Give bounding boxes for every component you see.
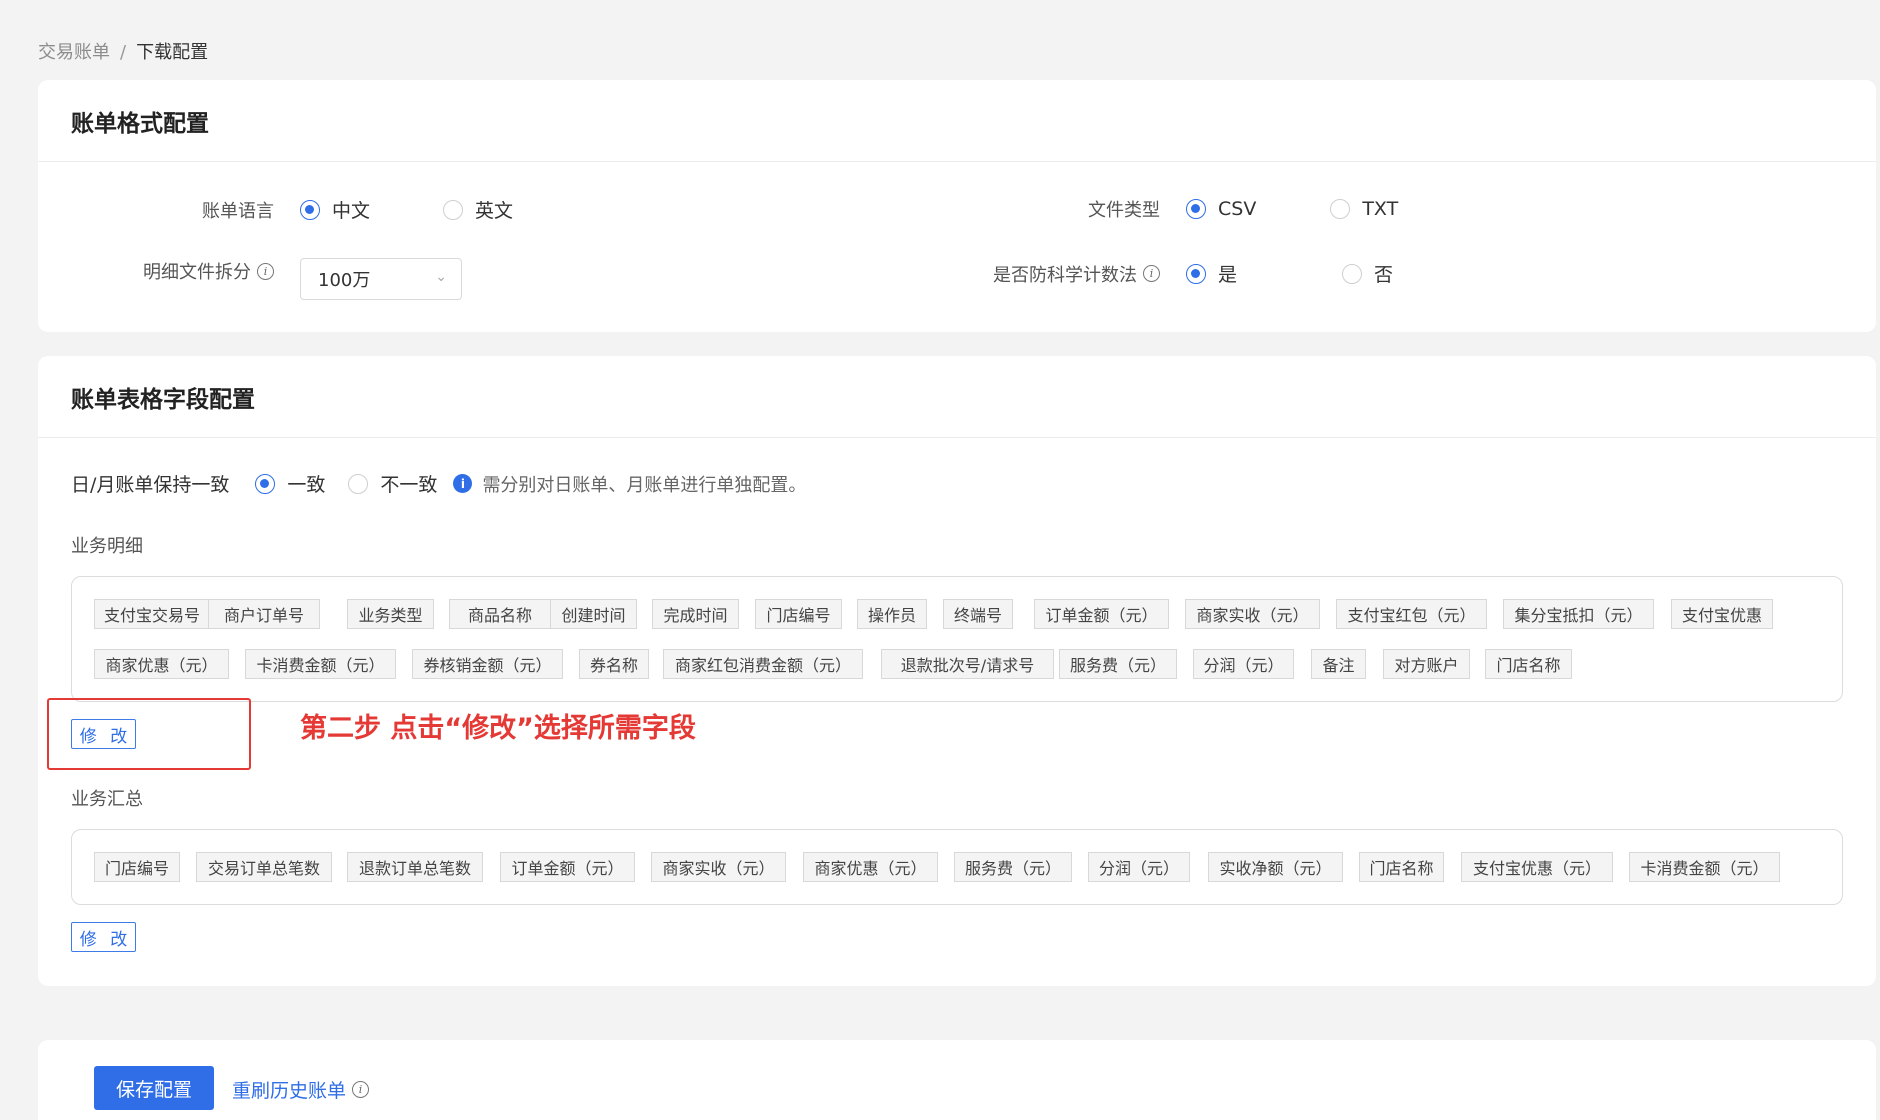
sci-notation-no-radio[interactable]: 否 [1342,260,1393,287]
sci-notation-yes-label: 是 [1218,264,1238,286]
refresh-history-label: 重刷历史账单 [232,1080,347,1102]
field-tag: 门店编号 [755,599,842,629]
field-tag: 备注 [1311,649,1366,679]
radio-dot[interactable] [255,473,276,494]
refresh-history-link[interactable]: 重刷历史账单 i [232,1076,370,1103]
field-tag: 支付宝交易号 [94,599,210,629]
field-tag: 券名称 [579,649,649,679]
breadcrumb-parent[interactable]: 交易账单 [38,42,110,63]
field-tag: 商家优惠（元） [803,852,938,882]
radio-dot[interactable] [348,473,369,494]
summary-tag-box: 门店编号 交易订单总笔数 退款订单总笔数 订单金额（元） 商家实收（元） 商家优惠（元） 服… [71,829,1843,905]
breadcrumb: 交易账单 / 下载配置 [38,38,208,64]
field-tag: 分润（元） [1088,852,1190,882]
summary-section-label: 业务汇总 [71,789,143,810]
field-tag: 业务类型 [347,599,434,629]
radio-dot[interactable] [1330,199,1351,219]
field-tag: 退款订单总笔数 [347,852,483,882]
action-bar: 保存配置 重刷历史账单 i [38,1040,1876,1120]
format-card-title: 账单格式配置 [71,110,209,137]
consistency-row: 日/月账单保持一致 一致 不一致 i 需分别对日账单、月账单进行单独配置。 [71,470,806,497]
breadcrumb-separator: / [120,42,127,63]
sci-notation-row: 是否防科学计数法 i 是 否 [38,260,1393,287]
detail-tag-box: 支付宝交易号 商户订单号 业务类型 商品名称 创建时间 完成时间 门店编号 操作员 终端号 订单金… [71,576,1843,702]
file-type-txt-radio[interactable]: TXT [1330,198,1398,220]
file-type-txt-label: TXT [1362,198,1399,220]
radio-dot[interactable] [1186,263,1206,284]
breadcrumb-current: 下载配置 [136,42,209,63]
info-icon[interactable]: i [1143,265,1160,282]
sci-notation-label: 是否防科学计数法 [993,264,1137,286]
annotation-text: 第二步 点击“修改”选择所需字段 [300,713,696,744]
info-icon[interactable]: i [352,1081,370,1098]
file-type-csv-radio[interactable]: CSV [1186,198,1256,220]
sci-notation-no-label: 否 [1374,264,1394,286]
fields-card-title: 账单表格字段配置 [71,386,255,413]
field-tag: 门店编号 [94,852,180,882]
annotation-highlight-box [47,698,251,770]
field-tag: 商家优惠（元） [94,649,229,679]
field-tag: 支付宝优惠 [1671,599,1773,629]
field-tag: 券核销金额（元） [412,649,563,679]
field-tag: 订单金额（元） [500,852,635,882]
consistent-label: 一致 [287,474,326,496]
fields-card-header: 账单表格字段配置 [38,356,1876,438]
inconsistent-label: 不一致 [380,474,438,496]
field-tag: 集分宝抵扣（元） [1503,599,1654,629]
field-tag: 订单金额（元） [1034,599,1169,629]
inconsistent-radio[interactable]: 不一致 [348,470,437,497]
field-tag: 操作员 [857,599,927,629]
format-card-header: 账单格式配置 [38,80,1876,162]
radio-dot[interactable] [1342,263,1363,284]
file-type-row: 文件类型 CSV TXT [38,196,1398,222]
field-tag: 创建时间 [550,599,637,629]
summary-edit-button[interactable]: 修 改 [71,922,136,952]
field-tag: 支付宝优惠（元） [1461,852,1613,882]
field-tag: 商家实收（元） [1185,599,1320,629]
detail-section-label: 业务明细 [71,536,143,557]
info-filled-icon: i [453,474,473,493]
field-tag: 门店名称 [1359,852,1444,882]
field-tag: 交易订单总笔数 [196,852,332,882]
sci-notation-yes-radio[interactable]: 是 [1186,260,1237,287]
field-tag: 服务费（元） [954,852,1072,882]
radio-dot[interactable] [1186,199,1206,219]
field-tag: 商户订单号 [208,599,320,629]
field-tag: 终端号 [943,599,1013,629]
field-tag: 支付宝红包（元） [1336,599,1487,629]
field-tag: 卡消费金额（元） [245,649,396,679]
sci-notation-label-wrap: 是否防科学计数法 i [38,261,1160,287]
file-type-label: 文件类型 [1088,200,1160,221]
field-tag: 商品名称 [449,599,551,629]
field-tag: 完成时间 [652,599,739,629]
field-tag: 退款批次号/请求号 [881,649,1054,679]
consistent-radio[interactable]: 一致 [255,470,325,497]
consistency-hint: 需分别对日账单、月账单进行单独配置。 [482,474,807,496]
field-tag: 分润（元） [1193,649,1294,679]
file-type-csv-label: CSV [1218,198,1257,220]
field-tag: 卡消费金额（元） [1629,852,1780,882]
field-tag: 商家红包消费金额（元） [663,649,863,679]
consistency-label: 日/月账单保持一致 [71,474,230,496]
fields-config-card: 账单表格字段配置 日/月账单保持一致 一致 不一致 i 需分别对日账单、月账单进… [38,356,1876,986]
field-tag: 实收净额（元） [1208,852,1343,882]
field-tag: 对方账户 [1383,649,1470,679]
format-config-card: 账单格式配置 账单语言 中文 英文 文件类型 CSV TXT 明细文件拆分 i … [38,80,1876,332]
field-tag: 门店名称 [1485,649,1572,679]
field-tag: 服务费（元） [1059,649,1177,679]
field-tag: 商家实收（元） [651,852,786,882]
save-config-button[interactable]: 保存配置 [94,1066,214,1110]
